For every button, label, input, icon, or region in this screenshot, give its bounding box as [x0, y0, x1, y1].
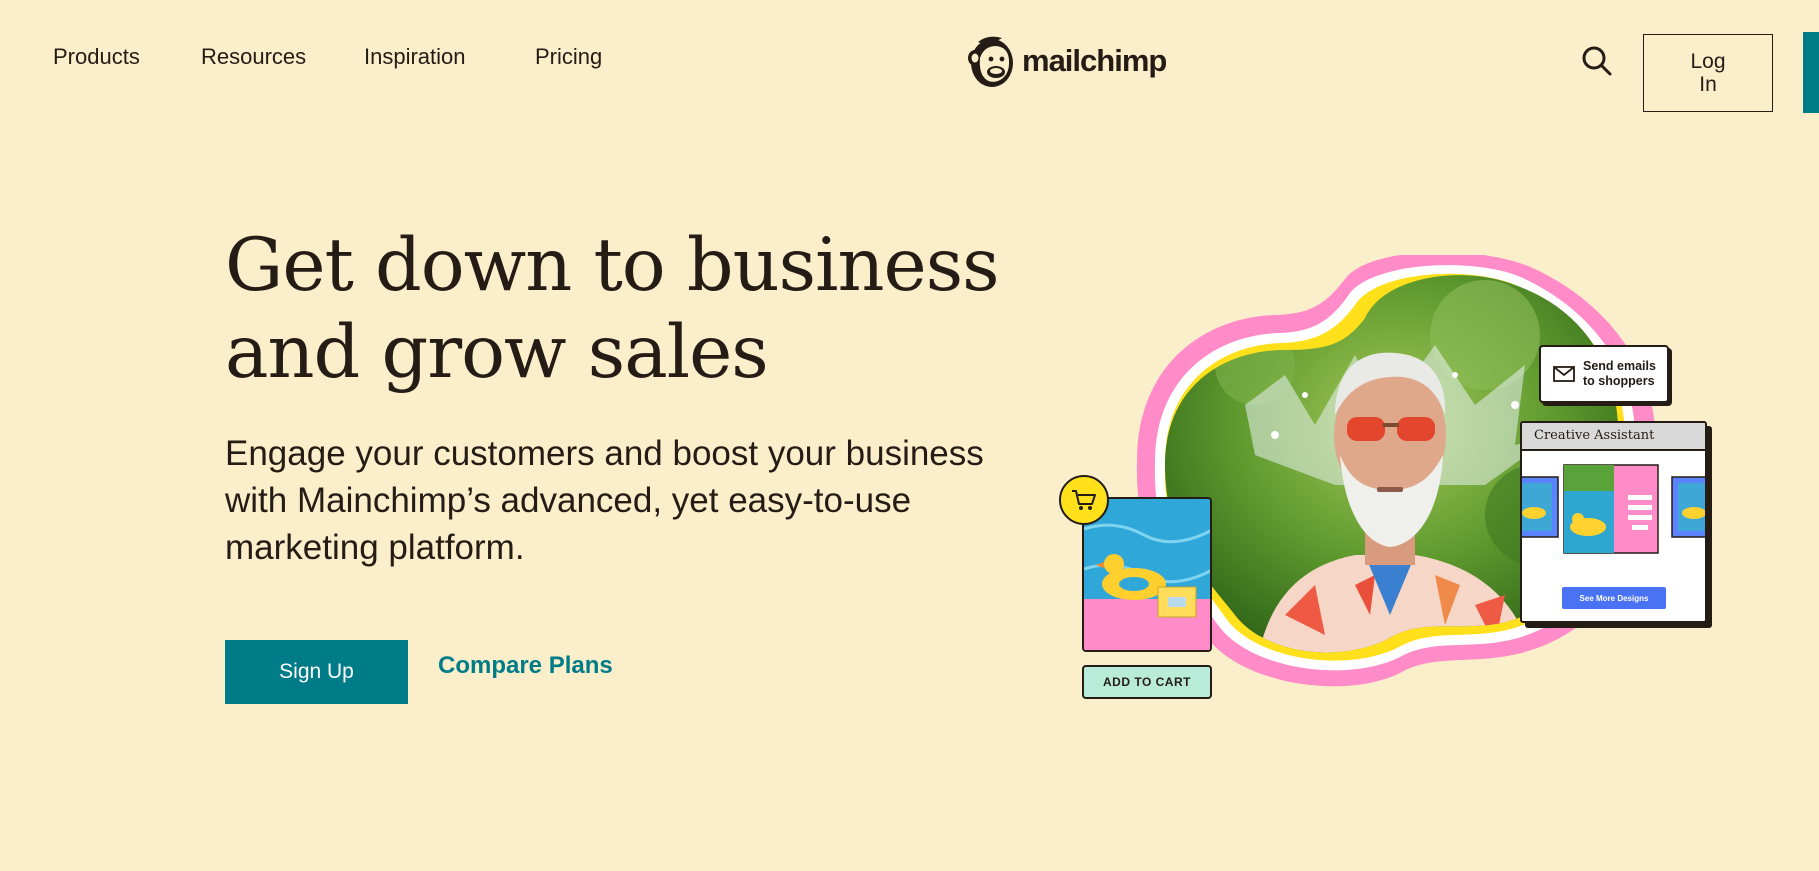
compare-plans-link[interactable]: Compare Plans: [438, 652, 613, 680]
nav-products[interactable]: Products: [53, 44, 140, 70]
logo-wordmark: mailchimp: [1022, 43, 1167, 78]
hero-subtitle: Engage your customers and boost your bus…: [225, 434, 984, 567]
mailchimp-logo[interactable]: mailchimp: [966, 32, 1167, 90]
login-button[interactable]: Log In: [1643, 34, 1773, 112]
site-header: Products Resources Inspiration Pricing m…: [0, 0, 1819, 120]
search-button[interactable]: [1580, 44, 1614, 78]
send-emails-card: Send emails to shoppers: [1539, 345, 1669, 403]
send-emails-text: Send emails to shoppers: [1583, 359, 1656, 388]
creative-assistant-card: Creative Assistant See More Designs: [1520, 421, 1707, 623]
pool-float-image: [1084, 499, 1210, 650]
search-icon: [1582, 46, 1612, 76]
freddie-monkey-logo-icon: [968, 36, 1013, 87]
nav-inspiration[interactable]: Inspiration: [364, 44, 466, 70]
signup-header-button-partial[interactable]: [1803, 32, 1819, 113]
see-more-designs-button[interactable]: See More Designs: [1562, 587, 1666, 609]
creative-assistant-body: See More Designs: [1522, 451, 1705, 621]
envelope-icon: [1553, 366, 1575, 382]
nav-pricing[interactable]: Pricing: [535, 44, 602, 70]
add-to-cart-button[interactable]: ADD TO CART: [1082, 665, 1212, 699]
cart-badge: [1059, 475, 1109, 525]
product-card: [1082, 497, 1212, 652]
nav-resources[interactable]: Resources: [201, 44, 306, 70]
hero-title: Get down to business and grow sales: [225, 223, 1000, 395]
cart-icon: [1072, 490, 1096, 510]
creative-assistant-title: Creative Assistant: [1522, 423, 1705, 451]
signup-button[interactable]: Sign Up: [225, 640, 408, 704]
design-thumbnails: [1522, 464, 1705, 554]
hero-illustration: Send emails to shoppers Creative Assista…: [1055, 255, 1775, 775]
